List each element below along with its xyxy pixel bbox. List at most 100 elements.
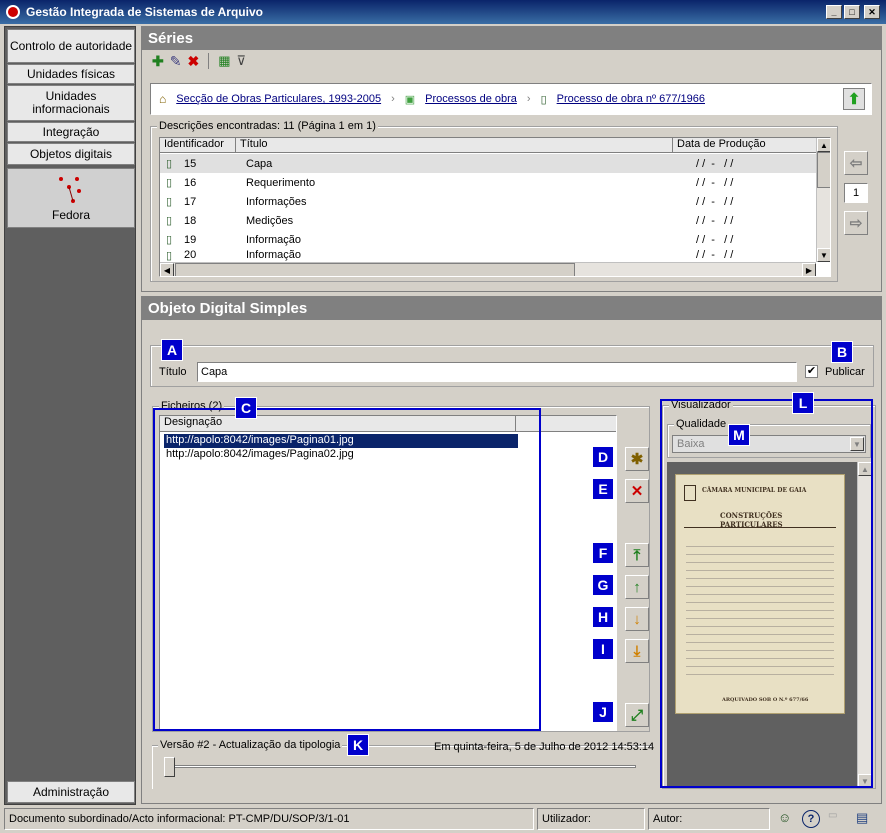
version-date: Em quinta-feira, 5 de Julho de 2012 14:5… [434, 741, 655, 753]
table-vertical-scrollbar[interactable]: ▲ ▼ [816, 138, 830, 262]
sidebar-item-fedora[interactable]: Fedora [7, 168, 135, 228]
section-icon: ⌂ [159, 92, 167, 106]
scroll-down-icon[interactable]: ▼ [817, 248, 830, 262]
new-description-icon[interactable]: ✚ [152, 53, 164, 70]
toolbar-separator [208, 53, 210, 69]
descriptions-table: Identificador Título Data de Produção ▯ … [159, 137, 831, 277]
help-icon[interactable]: ? [802, 810, 820, 828]
page-number[interactable]: 1 [844, 183, 868, 203]
version-slider-track[interactable] [166, 765, 636, 768]
status-author: Autor: [648, 808, 770, 830]
title-label: Título [159, 366, 187, 378]
minimize-button[interactable]: _ [826, 5, 842, 19]
marker-h: H [592, 606, 614, 628]
server-icon[interactable]: ▤ [856, 810, 876, 828]
series-panel: Séries ✚ ✎ ✖ ▦ ⊽ ⌂ Secção de Obras Parti… [141, 26, 882, 292]
table-horizontal-scrollbar[interactable]: ◀ ▶ [160, 262, 816, 276]
series-icon: ▣ [404, 93, 416, 106]
marker-d: D [592, 446, 614, 468]
scroll-left-icon[interactable]: ◀ [160, 263, 174, 276]
add-file-icon[interactable]: ✱ [625, 447, 649, 471]
move-down-icon[interactable]: ↓ [625, 607, 649, 631]
descriptions-group: Descrições encontradas: 11 (Página 1 em … [150, 120, 838, 282]
fedora-icon [59, 177, 81, 203]
table-header: Identificador Título Data de Produção [160, 138, 816, 153]
previous-page-icon[interactable]: ⇦ [844, 151, 868, 175]
delete-description-icon[interactable]: ✖ [187, 53, 199, 70]
sidebar: Controlo de autoridade Unidades físicas … [4, 26, 136, 805]
breadcrumb: ⌂ Secção de Obras Particulares, 1993-200… [150, 83, 872, 115]
move-top-icon[interactable]: ⤒ [625, 543, 649, 567]
column-identifier[interactable]: Identificador [160, 138, 236, 152]
document-icon: ▯ [166, 177, 173, 189]
next-page-icon[interactable]: ⇨ [844, 211, 868, 235]
move-up-icon[interactable]: ↑ [625, 575, 649, 599]
version-legend: Versão #2 - Actualização da tipologia [158, 739, 343, 751]
table-row[interactable]: ▯ 19 Informação / / - / / [160, 230, 816, 249]
go-up-icon[interactable]: ⬆ [843, 88, 865, 110]
marker-k: K [347, 734, 369, 756]
object-header: Objeto Digital Simples [142, 297, 881, 320]
marker-b: B [831, 341, 853, 363]
column-date[interactable]: Data de Produção [673, 138, 815, 152]
edit-description-icon[interactable]: ✎ [170, 53, 182, 70]
marker-i: I [592, 638, 614, 660]
marker-m: M [728, 424, 750, 446]
document-icon: ▯ [166, 234, 173, 246]
descriptions-found-text: Descrições encontradas: 11 (Página 1 em … [157, 120, 378, 132]
sidebar-item-integration[interactable]: Integração [7, 122, 135, 142]
sidebar-item-authority[interactable]: Controlo de autoridade [7, 29, 135, 63]
document-icon: ▯ [166, 249, 173, 262]
column-title[interactable]: Título [236, 138, 673, 152]
scroll-thumb-horizontal[interactable] [175, 263, 575, 276]
sidebar-item-physical-units[interactable]: Unidades físicas [7, 64, 135, 84]
tree-view-icon[interactable]: ▦ [218, 53, 230, 70]
publish-checkbox[interactable]: ✔ [805, 365, 818, 378]
filter-icon[interactable]: ⊽ [237, 53, 247, 70]
breadcrumb-separator-icon: › [391, 93, 395, 105]
scroll-right-icon[interactable]: ▶ [802, 263, 816, 276]
highlight-files [153, 408, 541, 731]
scroll-thumb[interactable] [817, 152, 830, 188]
app-icon [6, 5, 20, 19]
series-toolbar: ✚ ✎ ✖ ▦ ⊽ [152, 53, 246, 70]
fedora-label: Fedora [51, 208, 91, 222]
close-button[interactable]: ✕ [864, 5, 880, 19]
remove-file-icon[interactable]: ✕ [625, 479, 649, 503]
sidebar-item-administration[interactable]: Administração [7, 781, 135, 803]
document-icon: ▯ [166, 158, 173, 170]
table-row[interactable]: ▯ 20 Informação / / - / / [160, 249, 816, 261]
document-icon: ▯ [540, 93, 547, 106]
disabled-icon: ▭ [828, 810, 838, 821]
scroll-up-icon[interactable]: ▲ [817, 138, 830, 152]
expand-icon[interactable]: ⤢ [625, 703, 649, 727]
window-title: Gestão Integrada de Sistemas de Arquivo [26, 5, 263, 19]
marker-l: L [792, 392, 814, 414]
sidebar-item-digital-objects[interactable]: Objetos digitais [7, 143, 135, 165]
breadcrumb-process[interactable]: Processo de obra nº 677/1966 [557, 93, 705, 105]
table-row[interactable]: ▯ 17 Informações / / - / / [160, 192, 816, 211]
table-row[interactable]: ▯ 18 Medições / / - / / [160, 211, 816, 230]
marker-f: F [592, 542, 614, 564]
version-slider-thumb[interactable] [164, 757, 175, 777]
breadcrumb-series[interactable]: Processos de obra [425, 93, 517, 105]
marker-c: C [235, 397, 257, 419]
user-icon[interactable]: ☺ [778, 810, 796, 828]
publish-label: Publicar [825, 366, 865, 378]
status-document: Documento subordinado/Acto informacional… [4, 808, 534, 830]
table-row[interactable]: ▯ 16 Requerimento / / - / / [160, 173, 816, 192]
series-header: Séries [142, 27, 881, 50]
document-icon: ▯ [166, 215, 173, 227]
breadcrumb-separator-icon: › [526, 93, 531, 105]
status-user: Utilizador: [537, 808, 645, 830]
breadcrumb-section[interactable]: Secção de Obras Particulares, 1993-2005 [176, 93, 381, 105]
title-input[interactable]: Capa [197, 362, 797, 382]
marker-a: A [161, 339, 183, 361]
document-icon: ▯ [166, 196, 173, 208]
title-group: Título Capa ✔ Publicar [150, 345, 874, 387]
move-bottom-icon[interactable]: ⤓ [625, 639, 649, 663]
sidebar-item-informational-units[interactable]: Unidades informacionais [7, 85, 135, 121]
table-row[interactable]: ▯ 15 Capa / / - / / [160, 154, 816, 173]
marker-e: E [592, 478, 614, 500]
maximize-button[interactable]: □ [844, 5, 860, 19]
